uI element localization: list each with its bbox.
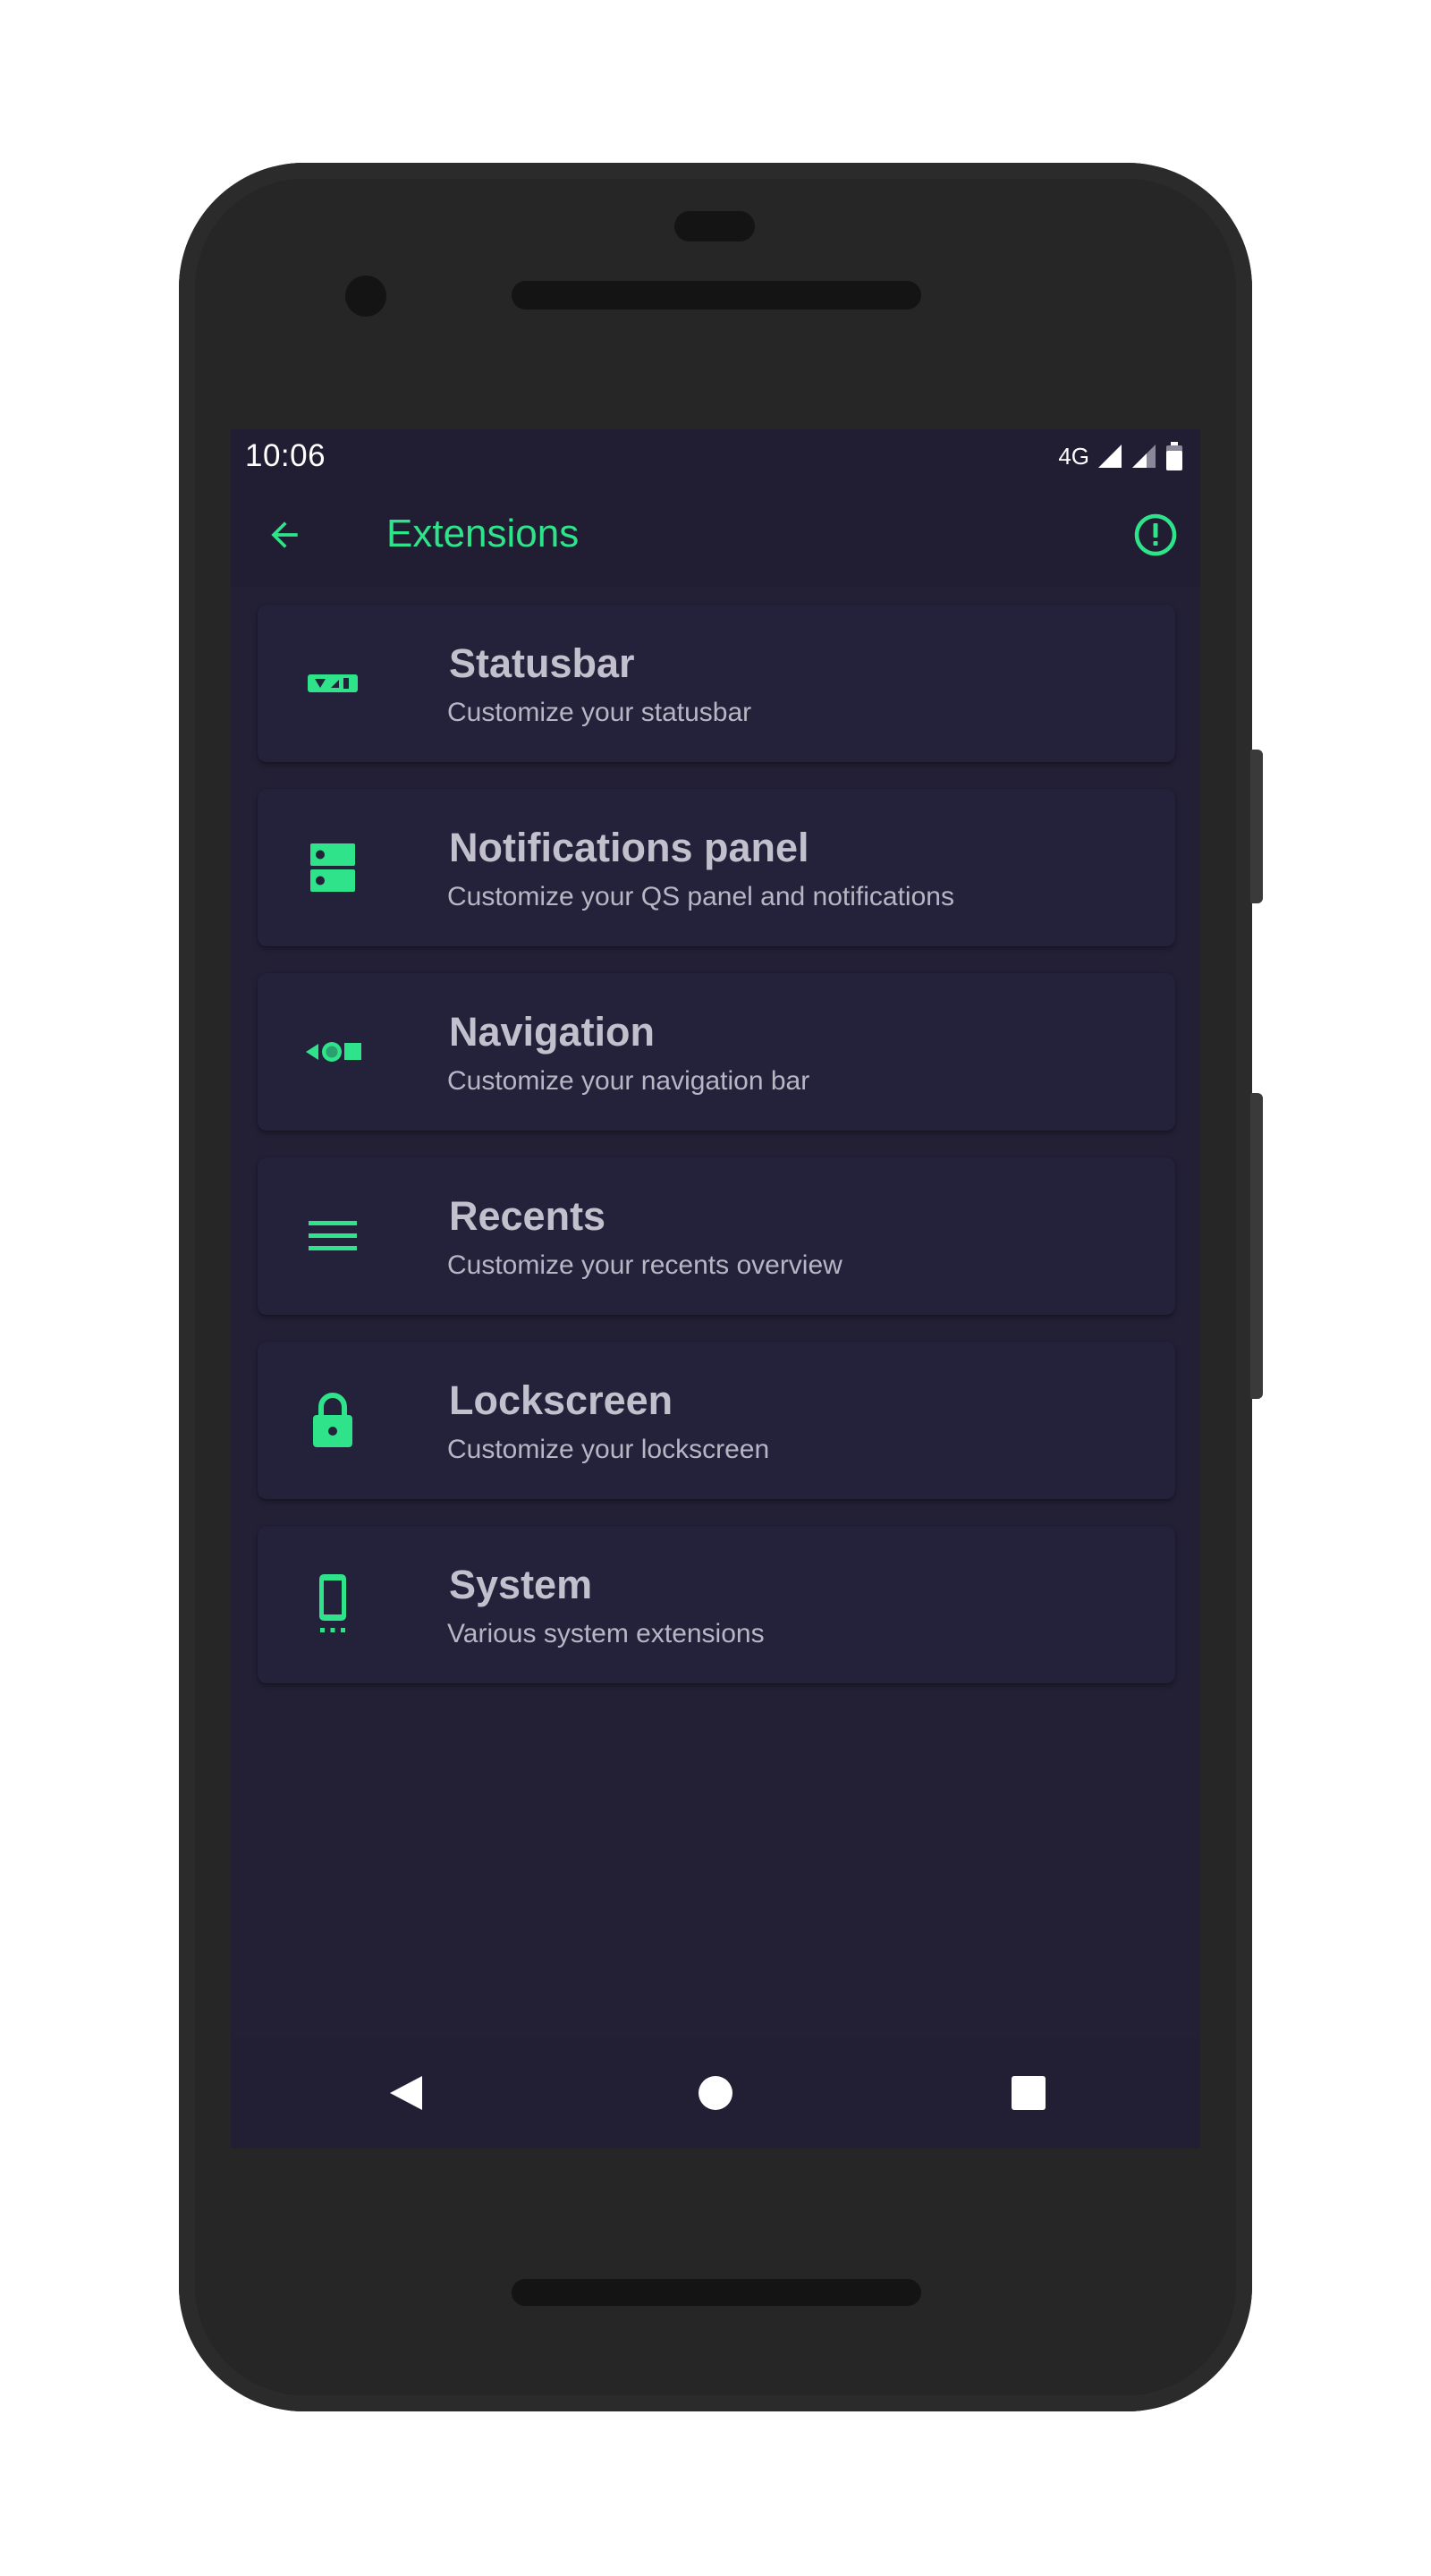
extension-card-recents[interactable]: Recents Customize your recents overview	[258, 1157, 1175, 1315]
volume-button	[1250, 1093, 1263, 1399]
extension-subtitle: Customize your lockscreen	[447, 1435, 770, 1464]
navigation-bar	[231, 2038, 1200, 2148]
notifications-panel-icon	[304, 839, 361, 896]
extension-subtitle: Customize your navigation bar	[447, 1066, 810, 1096]
app-bar: Extensions	[231, 483, 1200, 587]
extension-card-notifications-panel[interactable]: Notifications panel Customize your QS pa…	[258, 789, 1175, 946]
nav-recents-icon	[1012, 2076, 1046, 2110]
statusbar-icon	[304, 655, 361, 712]
front-camera	[345, 275, 386, 317]
lock-icon	[304, 1392, 361, 1449]
earpiece	[674, 211, 755, 242]
extension-subtitle: Customize your recents overview	[447, 1250, 843, 1280]
extension-title: Notifications panel	[449, 825, 809, 870]
extension-subtitle: Customize your statusbar	[447, 698, 752, 727]
extension-title: Recents	[449, 1193, 606, 1239]
page-title: Extensions	[386, 512, 580, 555]
extensions-list: Statusbar Customize your statusbar Notif…	[258, 605, 1175, 1710]
bottom-speaker	[512, 2279, 921, 2306]
network-type: 4G	[1058, 442, 1089, 470]
extension-card-navigation[interactable]: Navigation Customize your navigation bar	[258, 973, 1175, 1131]
status-icons: 4G	[1058, 440, 1184, 472]
back-button[interactable]	[258, 508, 311, 562]
battery-icon	[1166, 442, 1182, 470]
extension-title: System	[449, 1562, 593, 1607]
info-button[interactable]	[1129, 508, 1182, 562]
phone-icon	[304, 1574, 361, 1633]
nav-recents-button[interactable]	[1002, 2066, 1055, 2120]
nav-back-icon	[390, 2076, 422, 2110]
arrow-back-icon	[271, 521, 298, 548]
nav-home-button[interactable]	[689, 2066, 742, 2120]
nav-home-icon	[699, 2076, 732, 2110]
status-bar: 10:06 4G	[231, 429, 1200, 483]
power-button	[1250, 750, 1263, 903]
nav-back-button[interactable]	[379, 2066, 433, 2120]
extension-subtitle: Various system extensions	[447, 1619, 765, 1648]
recents-icon	[304, 1208, 361, 1265]
extension-card-lockscreen[interactable]: Lockscreen Customize your lockscreen	[258, 1342, 1175, 1499]
top-speaker	[512, 281, 921, 309]
phone-screen: 10:06 4G Extensions Statusbar Customize …	[231, 429, 1200, 2148]
navigation-icon	[304, 1023, 361, 1080]
extension-title: Lockscreen	[449, 1377, 673, 1423]
signal-icon	[1132, 445, 1156, 468]
info-circle-icon	[1134, 513, 1177, 556]
signal-icon	[1098, 445, 1122, 468]
extension-card-system[interactable]: System Various system extensions	[258, 1526, 1175, 1683]
extension-title: Navigation	[449, 1009, 656, 1055]
status-time: 10:06	[245, 438, 326, 473]
extension-title: Statusbar	[449, 640, 635, 686]
extension-card-statusbar[interactable]: Statusbar Customize your statusbar	[258, 605, 1175, 762]
extension-subtitle: Customize your QS panel and notification…	[447, 882, 954, 911]
